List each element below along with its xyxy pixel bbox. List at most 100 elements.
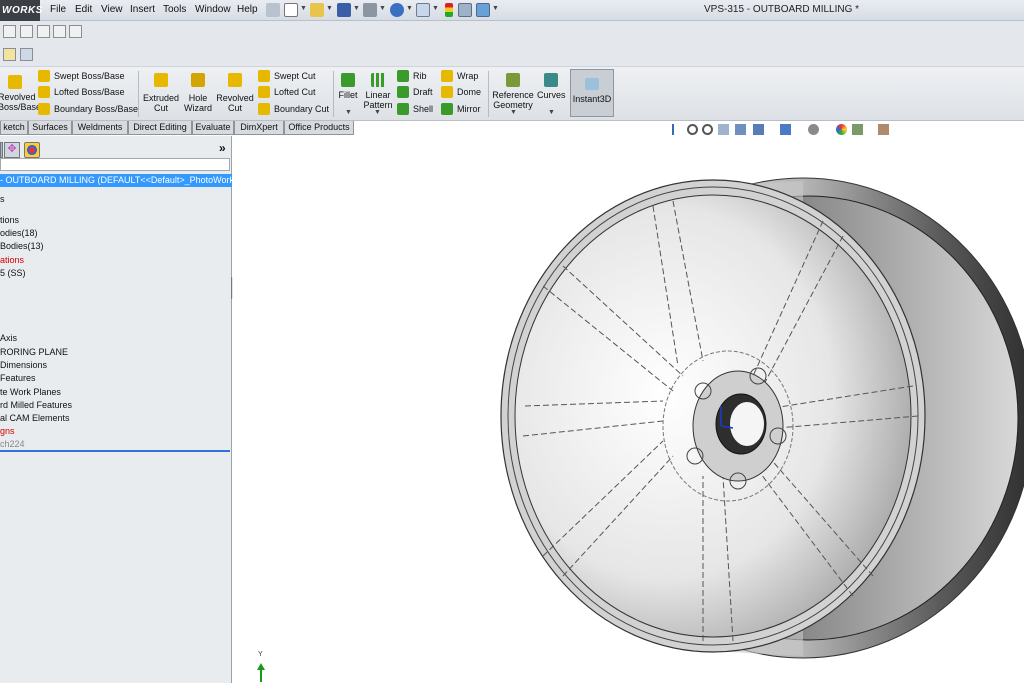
tree-root-part[interactable]: - OUTBOARD MILLING (DEFAULT<<Default>_Ph…: [0, 174, 232, 187]
tree-item-cam-elements[interactable]: al CAM Elements: [0, 413, 70, 423]
select-dropdown-arrow-icon[interactable]: ▼: [432, 5, 439, 12]
note-small-icon[interactable]: [3, 48, 16, 61]
revolved-cut-button[interactable]: Revolved Cut: [216, 73, 254, 113]
revolved-boss-button[interactable]: Revolved Boss/Base: [0, 75, 41, 112]
shell-button[interactable]: Shell: [397, 102, 433, 116]
tree-item-dimensions[interactable]: Dimensions: [0, 360, 47, 370]
hole-wizard-button[interactable]: Hole Wizard: [182, 73, 214, 113]
graphics-area[interactable]: [233, 136, 1024, 683]
dimxpert-manager-tab-icon[interactable]: ✥: [4, 142, 20, 158]
tab-direct-editing[interactable]: Direct Editing: [128, 121, 192, 135]
new-dropdown-arrow-icon[interactable]: ▼: [300, 5, 307, 12]
save-icon[interactable]: [337, 3, 351, 17]
extruded-cut-button[interactable]: Extruded Cut: [142, 73, 180, 113]
fillet-button[interactable]: Fillet: [336, 73, 360, 100]
save-dropdown-arrow-icon[interactable]: ▼: [353, 5, 360, 12]
menu-window[interactable]: Window: [195, 4, 231, 15]
tab-dimxpert[interactable]: DimXpert: [234, 121, 284, 135]
tab-evaluate[interactable]: Evaluate: [192, 121, 234, 135]
boundary-cut-button[interactable]: Boundary Cut: [258, 102, 329, 116]
tree-item-annotations[interactable]: tions: [0, 215, 19, 225]
tree-item-sketch224[interactable]: ch224: [0, 439, 25, 449]
reference-geometry-dropdown-arrow-icon[interactable]: ▼: [510, 109, 517, 116]
zoom-to-fit-icon[interactable]: [687, 124, 698, 135]
smart-dimension-small-icon[interactable]: [20, 25, 33, 38]
tab-surfaces[interactable]: Surfaces: [28, 121, 72, 135]
tree-item-sensors[interactable]: s: [0, 194, 5, 204]
instant3d-button[interactable]: Instant3D: [570, 69, 614, 117]
sketch-small-icon[interactable]: [3, 25, 16, 38]
rollback-bar[interactable]: [0, 450, 230, 452]
hide-show-items-icon[interactable]: [808, 124, 819, 135]
wheel-model[interactable]: [233, 136, 1024, 683]
display-manager-tab-icon[interactable]: [24, 142, 40, 158]
linear-pattern-button[interactable]: Linear Pattern: [362, 73, 394, 110]
edit-sheet-small-icon[interactable]: [20, 48, 33, 61]
options-dropdown-arrow-icon[interactable]: ▼: [492, 5, 499, 12]
tree-item-work-planes[interactable]: te Work Planes: [0, 387, 61, 397]
swept-boss-button[interactable]: Swept Boss/Base: [38, 69, 125, 83]
tree-item-mirroring-plane[interactable]: RORING PLANE: [0, 347, 68, 357]
curves-button[interactable]: Curves: [537, 73, 566, 100]
tree-item-features[interactable]: Features: [0, 373, 36, 383]
menu-insert[interactable]: Insert: [130, 4, 155, 15]
lofted-cut-button[interactable]: Lofted Cut: [258, 85, 316, 99]
select-arrow-icon[interactable]: [416, 3, 430, 17]
tree-item-designs[interactable]: gns: [0, 426, 15, 436]
panel-collapse-icon[interactable]: »: [219, 141, 226, 155]
boundary-boss-button[interactable]: Boundary Boss/Base: [38, 102, 138, 116]
draft-button[interactable]: Draft: [397, 85, 433, 99]
apply-scene-icon[interactable]: [852, 124, 863, 135]
view-orientation-icon[interactable]: [753, 124, 764, 135]
menu-edit[interactable]: Edit: [75, 4, 92, 15]
circle-small-icon[interactable]: [69, 25, 82, 38]
menu-tools[interactable]: Tools: [163, 4, 186, 15]
rebuild-traffic-light-icon[interactable]: [445, 3, 453, 17]
tree-item-configurations[interactable]: ations: [0, 255, 24, 265]
open-dropdown-arrow-icon[interactable]: ▼: [326, 5, 333, 12]
view-settings-icon[interactable]: [878, 124, 889, 135]
print-dropdown-arrow-icon[interactable]: ▼: [379, 5, 386, 12]
section-view-icon[interactable]: [735, 124, 746, 135]
previous-view-icon[interactable]: [718, 124, 729, 135]
feature-tree-tab-icon[interactable]: [0, 142, 3, 158]
rib-button[interactable]: Rib: [397, 69, 427, 83]
rib-label: Rib: [413, 71, 427, 81]
tree-item-solid-bodies[interactable]: odies(18): [0, 228, 38, 238]
fillet-dropdown-arrow-icon[interactable]: ▼: [345, 109, 352, 116]
reference-geometry-button[interactable]: Reference Geometry: [492, 73, 534, 110]
undo-dropdown-arrow-icon[interactable]: ▼: [406, 5, 413, 12]
open-folder-icon[interactable]: [310, 3, 324, 17]
orient-icon[interactable]: [672, 124, 683, 135]
zoom-to-area-icon[interactable]: [702, 124, 713, 135]
pattern-dropdown-arrow-icon[interactable]: ▼: [374, 109, 381, 116]
tree-item-axis[interactable]: Axis: [0, 333, 17, 343]
mirror-button[interactable]: Mirror: [441, 102, 481, 116]
file-properties-icon[interactable]: [458, 3, 472, 17]
menu-view[interactable]: View: [101, 4, 123, 15]
curves-dropdown-arrow-icon[interactable]: ▼: [548, 109, 555, 116]
extruded-cut-label-1: Extruded: [142, 93, 180, 103]
tree-item-milled-features[interactable]: rd Milled Features: [0, 400, 72, 410]
new-document-icon[interactable]: [284, 3, 298, 17]
tab-office-products[interactable]: Office Products: [284, 121, 354, 135]
wrap-button[interactable]: Wrap: [441, 69, 478, 83]
swept-cut-button[interactable]: Swept Cut: [258, 69, 316, 83]
line-small-icon[interactable]: [37, 25, 50, 38]
lofted-boss-button[interactable]: Lofted Boss/Base: [38, 85, 125, 99]
print-icon[interactable]: [363, 3, 377, 17]
edit-appearance-icon[interactable]: [836, 124, 847, 135]
display-style-icon[interactable]: [780, 124, 791, 135]
tree-item-surface-bodies[interactable]: Bodies(13): [0, 241, 44, 251]
tree-filter-input[interactable]: [0, 158, 230, 171]
rectangle-small-icon[interactable]: [53, 25, 66, 38]
menu-help[interactable]: Help: [237, 4, 258, 15]
tree-item-material[interactable]: 5 (SS): [0, 268, 26, 278]
menu-file[interactable]: File: [50, 4, 66, 15]
tab-sketch[interactable]: ketch: [0, 121, 28, 135]
undo-icon[interactable]: [390, 3, 404, 17]
tab-weldments[interactable]: Weldments: [72, 121, 128, 135]
options-icon[interactable]: [476, 3, 490, 17]
pin-icon[interactable]: [266, 3, 280, 17]
dome-button[interactable]: Dome: [441, 85, 481, 99]
